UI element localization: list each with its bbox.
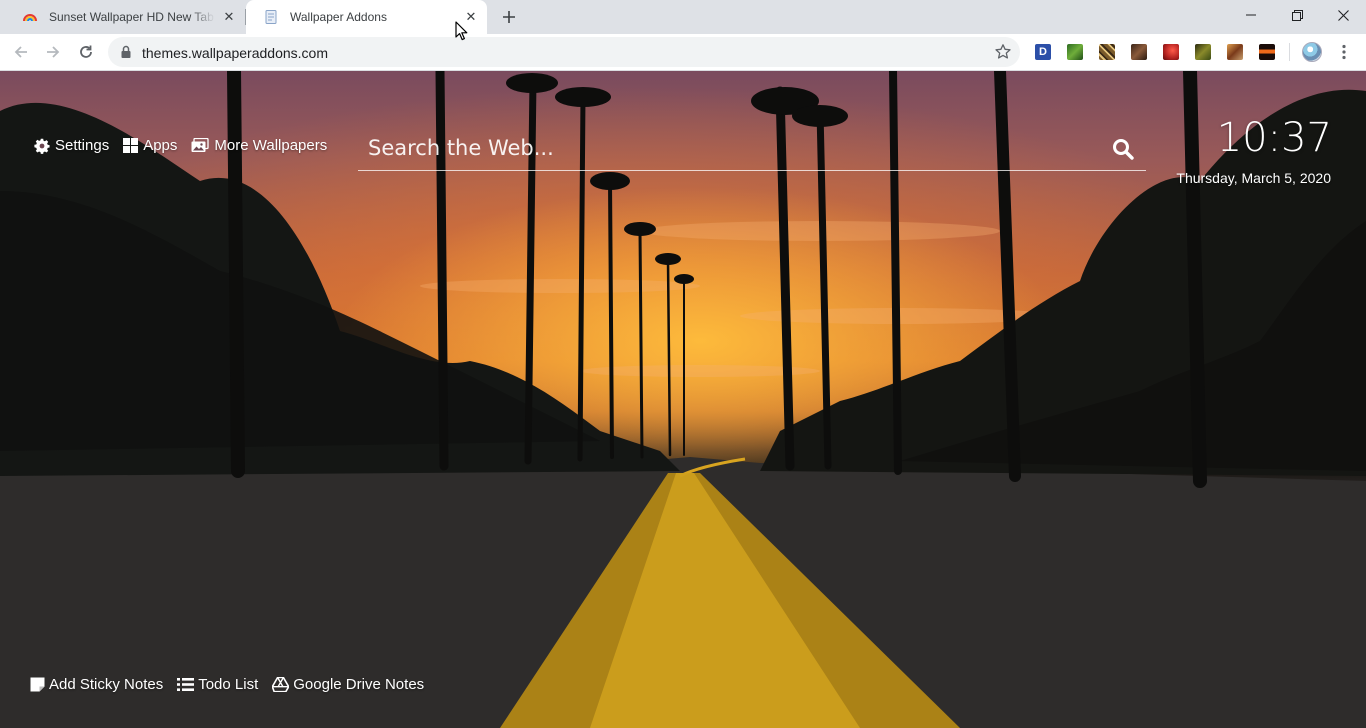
images-icon <box>191 138 210 152</box>
settings-link[interactable]: Settings <box>34 137 109 154</box>
browser-toolbar: themes.wallpaperaddons.com D <box>0 34 1366 71</box>
windows-grid-icon <box>123 138 139 153</box>
google-drive-icon <box>272 677 290 692</box>
olive-extension-icon[interactable] <box>1195 44 1211 60</box>
bottom-navigation: Add Sticky Notes Todo List Google Drive … <box>30 676 438 693</box>
list-icon <box>177 678 195 691</box>
google-drive-notes-label: Google Drive Notes <box>293 676 425 693</box>
close-icon <box>1337 9 1349 21</box>
sticky-notes-label: Add Sticky Notes <box>49 676 164 693</box>
brown-extension-icon[interactable] <box>1131 44 1147 60</box>
back-arrow-icon <box>14 46 27 58</box>
d-extension-icon[interactable]: D <box>1035 44 1051 60</box>
tab-title: Sunset Wallpaper HD New Tab Theme <box>49 10 215 24</box>
restore-icon <box>1291 9 1303 21</box>
search-button[interactable] <box>1110 136 1136 162</box>
todo-list-link[interactable]: Todo List <box>177 676 258 693</box>
sunset-extension-icon[interactable] <box>1259 44 1275 60</box>
back-button[interactable] <box>8 39 34 65</box>
clock-time: 10:37 <box>1216 115 1332 161</box>
tab-title: Wallpaper Addons <box>290 10 387 24</box>
todo-list-label: Todo List <box>198 676 259 693</box>
reload-button[interactable] <box>73 39 99 65</box>
web-search-box <box>358 127 1146 171</box>
sticky-note-icon <box>30 677 45 692</box>
top-navigation: Settings Apps More Wallpapers <box>34 137 341 154</box>
gear-icon <box>34 138 50 154</box>
apps-label: Apps <box>143 137 178 154</box>
close-window-button[interactable] <box>1320 0 1366 30</box>
orange-extension-icon[interactable] <box>1227 44 1243 60</box>
more-wallpapers-label: More Wallpapers <box>214 137 328 154</box>
add-sticky-notes-link[interactable]: Add Sticky Notes <box>30 676 163 693</box>
restore-button[interactable] <box>1274 0 1320 30</box>
minimize-button[interactable] <box>1228 0 1274 30</box>
settings-label: Settings <box>55 137 110 154</box>
address-url: themes.wallpaperaddons.com <box>142 45 328 61</box>
mouse-pointer-icon <box>455 21 468 41</box>
apps-link[interactable]: Apps <box>123 137 177 154</box>
forward-button[interactable] <box>40 39 66 65</box>
search-input[interactable] <box>368 131 1088 165</box>
overlay-ui: Settings Apps More Wallpapers Search the… <box>0 71 1366 728</box>
tab-strip: Sunset Wallpaper HD New Tab Theme ✕ Wall… <box>0 0 1366 34</box>
forward-arrow-icon <box>47 46 60 58</box>
profile-avatar[interactable] <box>1302 42 1322 62</box>
new-tab-page: Settings Apps More Wallpapers Search the… <box>0 71 1366 728</box>
minimize-icon <box>1246 14 1256 16</box>
red-extension-icon[interactable] <box>1163 44 1179 60</box>
lock-icon <box>121 45 131 58</box>
more-vertical-icon <box>1342 44 1346 60</box>
address-bar[interactable]: themes.wallpaperaddons.com <box>108 37 1020 67</box>
bookmark-star-icon[interactable] <box>994 43 1012 61</box>
pattern-extension-icon[interactable] <box>1099 44 1115 60</box>
tab-wallpaper-addons[interactable]: Wallpaper Addons ✕ <box>246 0 487 34</box>
plus-icon <box>503 11 515 23</box>
chrome-menu-button[interactable] <box>1336 43 1352 61</box>
more-wallpapers-link[interactable]: More Wallpapers <box>191 137 327 154</box>
search-icon <box>1113 139 1134 160</box>
rainbow-favicon-icon <box>23 14 37 22</box>
new-tab-button[interactable] <box>498 6 520 28</box>
toolbar-divider <box>1289 43 1290 61</box>
reload-icon <box>80 45 92 58</box>
green-extension-icon[interactable] <box>1067 44 1083 60</box>
google-drive-notes-link[interactable]: Google Drive Notes <box>272 676 424 693</box>
clock-date: Thursday, March 5, 2020 <box>1176 170 1331 186</box>
tab-sunset-wallpaper[interactable]: Sunset Wallpaper HD New Tab Theme ✕ <box>5 0 245 34</box>
page-favicon-icon <box>265 10 277 24</box>
close-tab-icon[interactable]: ✕ <box>221 9 237 25</box>
